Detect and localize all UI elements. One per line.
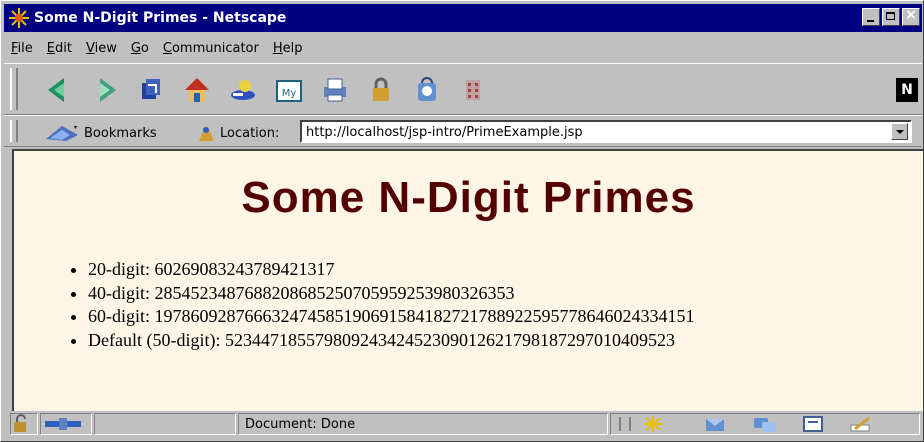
bookmarks-button[interactable]: Bookmarks: [44, 123, 157, 143]
back-icon[interactable]: [42, 73, 76, 107]
prime-list: 20-digit: 60269083243789421317 40-digit:…: [50, 258, 695, 352]
close-icon: ×: [905, 7, 917, 23]
minimize-button[interactable]: [862, 8, 880, 26]
bookmarks-icon: [46, 126, 78, 141]
prime-item: 60-digit: 197860928766632474585190691584…: [88, 305, 695, 329]
url-text: http://localhost/jsp-intro/PrimeExample.…: [306, 125, 583, 140]
navigation-toolbar: My N: [4, 63, 922, 115]
component-bar: [610, 413, 920, 435]
shop-icon[interactable]: [410, 73, 444, 107]
close-button[interactable]: ×: [902, 7, 920, 26]
page-proxy-icon[interactable]: [196, 123, 216, 143]
url-field[interactable]: http://localhost/jsp-intro/PrimeExample.…: [300, 120, 912, 143]
home-icon[interactable]: [180, 73, 214, 107]
location-label-group: Location:: [196, 123, 279, 143]
location-toolbar: Bookmarks Location: http://localhost/jsp…: [4, 115, 922, 147]
status-text: Document: Done: [238, 413, 608, 435]
menu-communicator[interactable]: Communicator: [156, 41, 266, 56]
address-book-component-icon[interactable]: [799, 415, 827, 433]
forward-icon[interactable]: [88, 73, 122, 107]
toolbar-grip[interactable]: [10, 120, 18, 142]
security-status-icon[interactable]: [10, 413, 38, 435]
menu-go[interactable]: Go: [124, 41, 156, 56]
url-history-dropdown-button[interactable]: [891, 123, 908, 140]
menu-bar: File Edit View Go Communicator Help: [4, 35, 922, 61]
netscape-app-icon: [9, 8, 29, 28]
svg-text:My: My: [282, 88, 297, 99]
menu-file[interactable]: File: [4, 41, 40, 56]
progress-bar: [94, 413, 236, 435]
print-icon[interactable]: [318, 73, 352, 107]
menu-help[interactable]: Help: [266, 41, 310, 56]
security-icon[interactable]: [364, 73, 398, 107]
maximize-button[interactable]: [882, 8, 900, 26]
title-bar: Some N-Digit Primes - Netscape ×: [4, 4, 922, 32]
menu-view[interactable]: View: [79, 41, 124, 56]
netscape-logo[interactable]: N: [896, 78, 918, 102]
toolbar-grip[interactable]: [10, 68, 18, 110]
connection-status-icon: [40, 413, 92, 435]
bookmarks-label: Bookmarks: [84, 125, 157, 141]
status-bar: Document: Done: [4, 411, 922, 439]
prime-item: Default (50-digit): 52344718557980924342…: [88, 329, 695, 353]
composer-component-icon[interactable]: [847, 415, 875, 433]
prime-item: 20-digit: 60269083243789421317: [88, 258, 695, 282]
navigator-component-icon[interactable]: [641, 415, 665, 433]
reload-icon[interactable]: [134, 73, 168, 107]
my-netscape-icon[interactable]: My: [272, 73, 306, 107]
prime-item: 40-digit: 285452348768820868525070595925…: [88, 282, 695, 306]
component-grip[interactable]: [619, 417, 631, 431]
search-icon[interactable]: [226, 73, 260, 107]
window-title: Some N-Digit Primes - Netscape: [34, 10, 287, 26]
mail-component-icon[interactable]: [703, 415, 731, 433]
page-heading: Some N-Digit Primes: [241, 173, 696, 222]
browser-window: Some N-Digit Primes - Netscape × File Ed…: [0, 0, 924, 442]
location-label: Location:: [220, 125, 280, 141]
stop-icon[interactable]: [456, 73, 490, 107]
menu-edit[interactable]: Edit: [40, 41, 79, 56]
page-content: Some N-Digit Primes 20-digit: 6026908324…: [12, 149, 923, 411]
discussion-component-icon[interactable]: [751, 415, 779, 433]
